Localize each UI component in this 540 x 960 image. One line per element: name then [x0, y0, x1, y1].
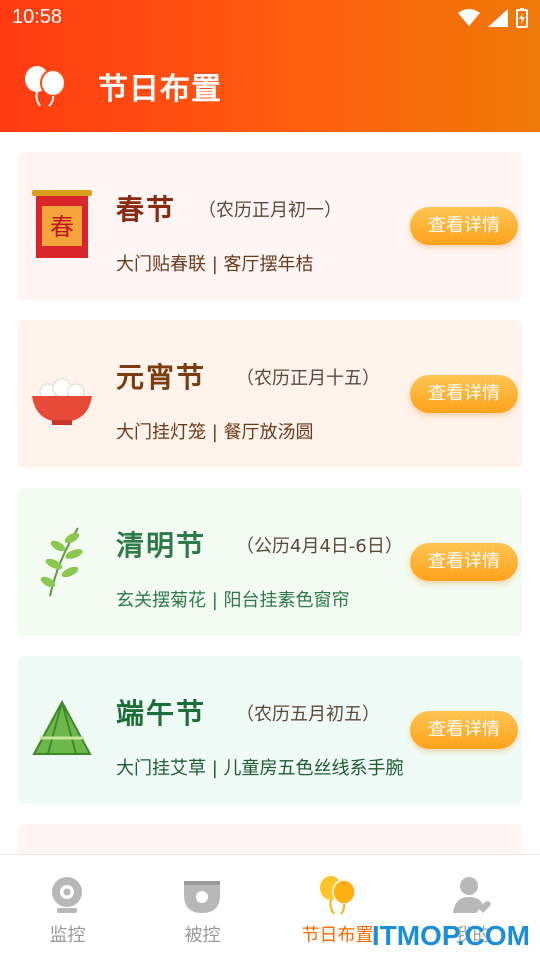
view-detail-button[interactable]: 查看详情 [410, 543, 518, 581]
festival-list: 春 春节 （农历正月初一） 大门贴春联 | 客厅摆年桔 查看详情 元宵节 （农历… [18, 152, 522, 884]
device-icon [184, 881, 220, 913]
view-detail-button[interactable]: 查看详情 [410, 207, 518, 245]
balloon-icon [320, 876, 356, 915]
zongzi-icon [32, 699, 92, 755]
festival-card-dragonboat[interactable]: 端午节 （农历五月初五） 大门挂艾草 | 儿童房五色丝线系手腕 查看详情 [18, 656, 522, 804]
festival-name: 清明节 [116, 529, 207, 562]
signal-icon [488, 9, 508, 27]
camera-icon [52, 877, 82, 913]
festival-name: 春节 [116, 193, 177, 226]
festival-desc: 大门挂灯笼 | 餐厅放汤圆 [116, 422, 314, 443]
status-time: 10:58 [12, 6, 63, 28]
festival-desc: 大门贴春联 | 客厅摆年桔 [116, 254, 314, 275]
spring-scroll-icon: 春 [32, 190, 92, 258]
tab-label: 监控 [49, 925, 86, 946]
festival-desc: 玄关摆菊花 | 阳台挂素色窗帘 [116, 590, 350, 611]
user-heart-icon [453, 877, 491, 913]
header: 10:58 节日布置 [0, 0, 540, 132]
festival-card-spring[interactable]: 春 春节 （农历正月初一） 大门贴春联 | 客厅摆年桔 查看详情 [18, 152, 522, 300]
page-title: 节日布置 [98, 72, 222, 107]
battery-icon [516, 8, 528, 28]
festival-date: （农历正月十五） [236, 368, 380, 389]
svg-text:春: 春 [50, 213, 74, 241]
tab-monitor[interactable]: 监控 [0, 855, 135, 960]
festival-date: （农历五月初五） [236, 704, 380, 725]
balloon-icon [25, 66, 66, 107]
tab-controlled[interactable]: 被控 [135, 855, 270, 960]
view-detail-button[interactable]: 查看详情 [410, 375, 518, 413]
festival-card-qingming[interactable]: 清明节 （公历4月4日-6日） 玄关摆菊花 | 阳台挂素色窗帘 查看详情 [18, 488, 522, 636]
watermark: ITMOP.COM [371, 920, 530, 951]
festival-date: （农历正月初一） [198, 200, 342, 221]
willow-leaf-icon [40, 527, 83, 597]
view-detail-button[interactable]: 查看详情 [410, 711, 518, 749]
festival-name: 端午节 [116, 697, 207, 730]
status-bar: 10:58 [12, 6, 528, 32]
tangyuan-bowl-icon [32, 378, 92, 425]
tab-label: 被控 [184, 925, 221, 946]
festival-date: （公历4月4日-6日） [236, 536, 403, 557]
wifi-icon [458, 9, 480, 26]
festival-card-lantern[interactable]: 元宵节 （农历正月十五） 大门挂灯笼 | 餐厅放汤圆 查看详情 [18, 320, 522, 468]
festival-desc: 大门挂艾草 | 儿童房五色丝线系手腕 [116, 758, 404, 779]
festival-name: 元宵节 [116, 361, 207, 394]
